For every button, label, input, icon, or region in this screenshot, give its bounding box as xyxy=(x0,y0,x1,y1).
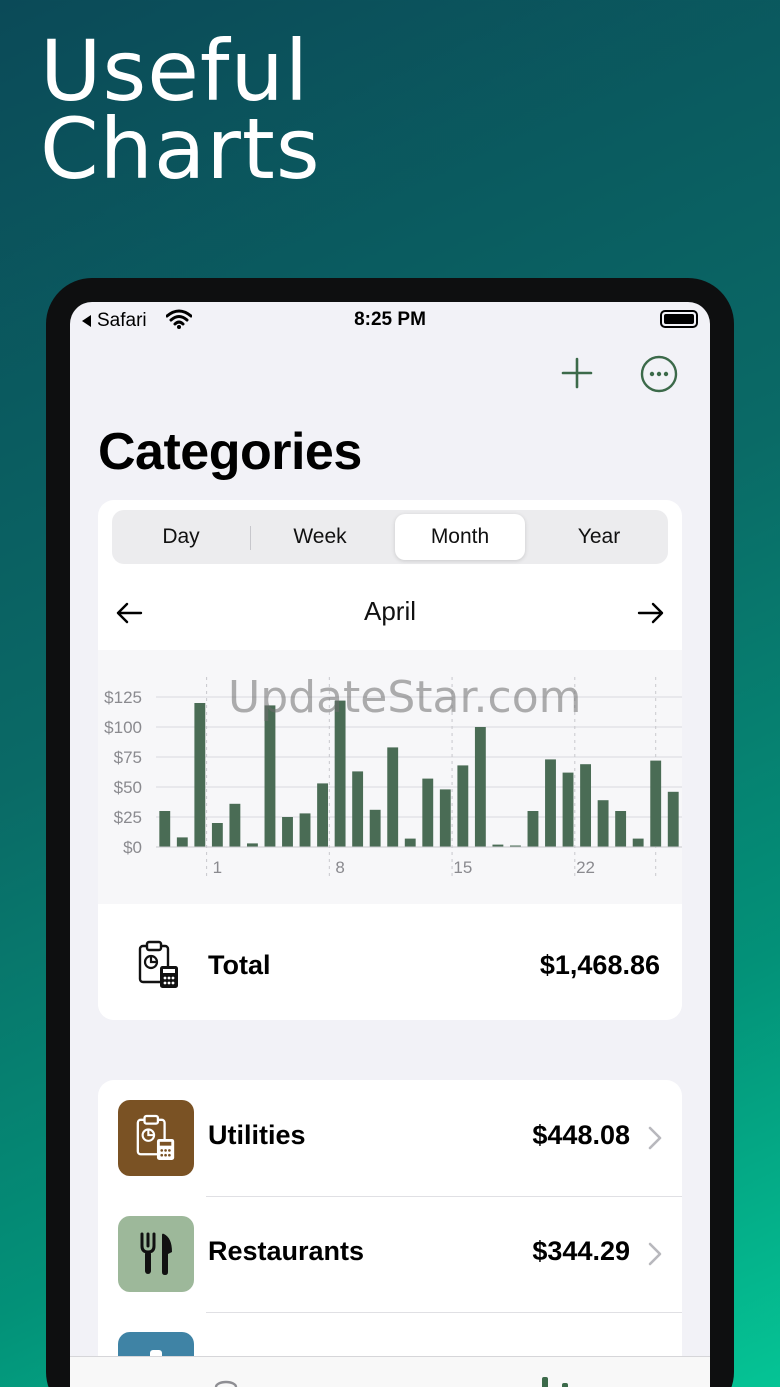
chart-bar xyxy=(650,760,662,847)
list-item-restaurants[interactable]: Restaurants $344.29 xyxy=(98,1196,682,1312)
app-screen: Safari 8:25 PM Categories Day Week Month… xyxy=(70,302,710,1387)
category-name: Restaurants xyxy=(208,1236,365,1266)
chart-bar xyxy=(159,811,171,847)
chart-bar xyxy=(282,817,293,847)
page-title: Categories xyxy=(98,423,362,481)
list-item-utilities[interactable]: Utilities $448.08 xyxy=(98,1080,682,1196)
category-amount: $448.08 xyxy=(532,1120,630,1150)
total-label: Total xyxy=(208,950,271,980)
period-label: April xyxy=(363,596,416,626)
fork-knife-icon xyxy=(140,1232,172,1275)
period-segmented-control: Day Week Month Year xyxy=(112,510,668,564)
chart-bar xyxy=(422,778,434,847)
x-tick-label: 1 xyxy=(213,858,222,877)
clipboard-calculator-icon xyxy=(138,940,178,988)
promo-headline: Useful Charts xyxy=(40,22,321,198)
more-options-button[interactable] xyxy=(640,355,678,393)
chart-bar xyxy=(369,809,381,847)
coins-tab-icon[interactable] xyxy=(210,1369,250,1387)
chart-bar xyxy=(474,727,486,847)
y-tick-label: $25 xyxy=(114,808,142,827)
chart-bar xyxy=(264,705,276,847)
chart-bar xyxy=(439,789,451,847)
chart-bar xyxy=(387,747,399,847)
period-navigator: April xyxy=(98,588,682,638)
add-button[interactable] xyxy=(560,356,594,390)
chart-bar xyxy=(352,771,364,847)
category-icon-tile xyxy=(118,1100,194,1176)
summary-card: Day Week Month Year April $0 $25 $50 $75 $10… xyxy=(98,500,682,1020)
battery-icon xyxy=(660,310,698,328)
x-tick-label: 8 xyxy=(335,858,344,877)
chart-bar xyxy=(632,838,644,847)
segment-year[interactable]: Year xyxy=(534,514,664,560)
next-period-arrow-icon[interactable] xyxy=(636,598,666,628)
segment-month[interactable]: Month xyxy=(395,514,525,560)
promo-line-1: Useful xyxy=(40,22,310,120)
chevron-right-icon xyxy=(648,1242,662,1266)
chart-bar xyxy=(211,823,223,847)
x-tick-label: 22 xyxy=(576,858,595,877)
chart-bar xyxy=(615,811,627,847)
category-name: Utilities xyxy=(208,1120,306,1150)
total-value: $1,468.86 xyxy=(539,950,660,980)
chart-bar xyxy=(457,765,469,847)
promo-line-2: Charts xyxy=(40,100,321,198)
chart-bar xyxy=(194,703,206,847)
chart-bar xyxy=(176,837,188,847)
y-tick-label: $50 xyxy=(114,778,142,797)
chart-bar xyxy=(299,813,311,847)
y-tick-label: $100 xyxy=(104,718,142,737)
clipboard-calculator-icon xyxy=(136,1114,175,1160)
chart-bar xyxy=(562,772,574,847)
chevron-right-icon xyxy=(648,1126,662,1150)
status-time: 8:25 PM xyxy=(354,309,426,330)
y-tick-label: $0 xyxy=(123,838,142,857)
chart-bar xyxy=(527,811,539,847)
watermark-text: UpdateStar.com xyxy=(228,672,582,723)
chart-bar xyxy=(597,800,609,847)
status-bar: Safari 8:25 PM xyxy=(70,302,710,342)
chart-bar xyxy=(580,764,592,847)
segment-divider xyxy=(250,526,251,550)
y-tick-label: $75 xyxy=(114,748,142,767)
segment-day[interactable]: Day xyxy=(116,514,246,560)
category-icon-tile xyxy=(118,1216,194,1292)
x-tick-label: 15 xyxy=(453,858,472,877)
total-row: Total $1,468.86 xyxy=(98,904,682,1020)
chart-bar xyxy=(667,791,679,847)
chart-bar xyxy=(229,803,241,847)
chart-bar xyxy=(246,843,258,847)
tab-bar xyxy=(70,1356,710,1387)
category-list: Utilities $448.08 Restaurants $344.29 xyxy=(98,1080,682,1387)
chart-bar xyxy=(545,759,556,847)
chart-bar xyxy=(317,783,329,847)
charts-tab-icon[interactable] xyxy=(530,1369,570,1387)
segment-week[interactable]: Week xyxy=(255,514,385,560)
category-amount: $344.29 xyxy=(532,1236,630,1266)
chart-bar xyxy=(404,838,416,847)
y-tick-label: $125 xyxy=(104,688,142,707)
